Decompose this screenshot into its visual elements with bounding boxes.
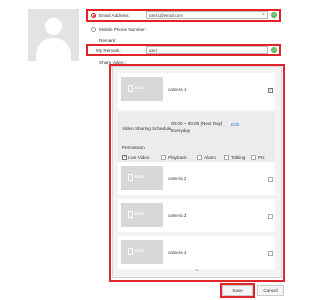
scroll-down-chevron-icon[interactable]: ⌄ — [194, 266, 200, 273]
clear-icon[interactable]: × — [262, 12, 265, 18]
my-remark-asterisk: · — [90, 48, 92, 53]
phone-label: Mobile Phone Number: — [99, 27, 146, 32]
camera-thumbnail: EZVIZ — [121, 77, 163, 101]
camera-logo-icon — [128, 248, 133, 255]
cancel-button[interactable]: Cancel — [257, 285, 284, 296]
my-remark-label: My Remark: — [96, 48, 121, 53]
camera-logo-icon — [128, 85, 133, 92]
permission-talking-label: Talking — [231, 155, 246, 160]
my-remark-valid-check-icon: ✓ — [271, 47, 277, 53]
camera-checkbox[interactable] — [268, 251, 273, 256]
camera-checkbox[interactable] — [268, 214, 273, 219]
camera-thumbnail: EZVIZ — [121, 240, 163, 264]
email-field[interactable]: user1@email.com — [146, 11, 268, 19]
permission-playback-checkbox[interactable] — [161, 155, 166, 160]
email-value: user1@email.com — [149, 13, 183, 18]
camera-logo-icon — [128, 211, 133, 218]
schedule-label: Video Sharing Schedule — [122, 126, 172, 131]
camera-checkbox[interactable] — [268, 177, 273, 182]
my-remark-value: user — [149, 48, 158, 53]
permission-live-video-checkbox[interactable] — [122, 154, 127, 160]
permission-talking-checkbox[interactable] — [224, 155, 229, 160]
remark-label: Remark: — [99, 38, 117, 43]
camera-item[interactable]: EZVIZ camera 4 — [118, 236, 275, 269]
phone-radio[interactable] — [91, 27, 96, 32]
camera-name: camera 1 — [168, 87, 187, 92]
camera-name: camera 2 — [168, 176, 187, 181]
permission-alarm-checkbox[interactable] — [197, 155, 202, 160]
avatar-head-shape — [45, 18, 62, 35]
schedule-edit-link[interactable]: Edit — [231, 122, 239, 127]
camera-list-panel[interactable]: EZVIZ camera 1 Video Sharing Schedule 00… — [112, 66, 282, 278]
email-valid-check-icon: ✓ — [271, 12, 277, 18]
camera-logo-icon — [128, 174, 133, 181]
camera-checkbox[interactable] — [268, 87, 273, 93]
save-button[interactable]: Save — [222, 285, 253, 296]
camera-name: camera 4 — [168, 250, 187, 255]
permission-alarm-label: Alarm — [204, 155, 216, 160]
permission-playback-label: Playback — [168, 155, 187, 160]
avatar-placeholder — [28, 9, 79, 61]
camera-thumbnail: EZVIZ — [121, 203, 163, 227]
permission-live-video-label: Live Video — [128, 155, 150, 160]
permission-ptz-label: Ptz — [258, 155, 265, 160]
camera-item[interactable]: EZVIZ camera 3 — [118, 199, 275, 232]
avatar-body-shape — [36, 38, 71, 61]
camera-name: camera 3 — [168, 213, 187, 218]
email-radio[interactable] — [91, 13, 96, 18]
camera-item[interactable]: EZVIZ camera 1 — [118, 73, 275, 110]
schedule-time: 00:00 ~ 00:00 (Next Day) — [171, 121, 223, 126]
camera-item[interactable]: EZVIZ camera 2 — [118, 162, 275, 195]
my-remark-field[interactable]: user — [146, 46, 268, 54]
email-label: Email Address: — [99, 13, 130, 18]
permission-label: Permission — [122, 145, 145, 150]
camera-thumbnail: EZVIZ — [121, 166, 163, 190]
permission-ptz-checkbox[interactable] — [251, 155, 256, 160]
schedule-repeat: Everyday — [171, 128, 191, 133]
